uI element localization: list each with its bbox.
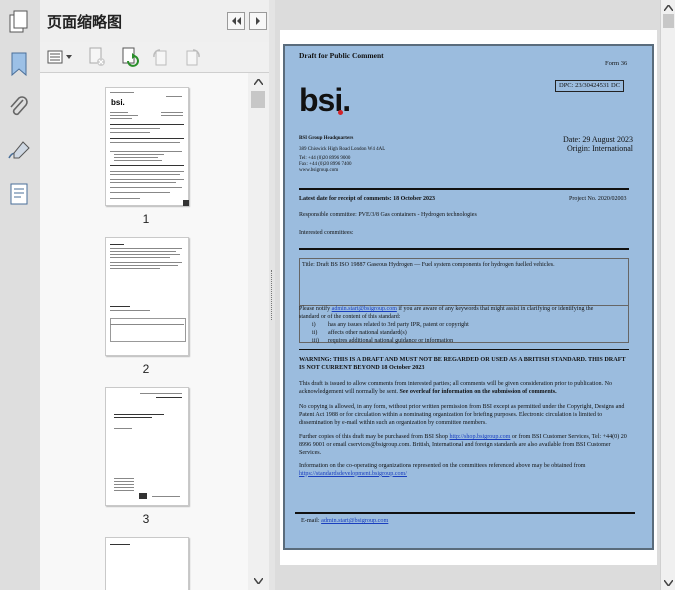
- list-options-icon: [47, 50, 72, 64]
- page-number-3: 3: [142, 512, 150, 526]
- expand-right-button[interactable]: [249, 12, 267, 30]
- thumbnail-page-3[interactable]: [105, 387, 189, 506]
- document-title: Title: Draft BS ISO 19887 Gaseous Hydrog…: [302, 262, 555, 268]
- page-thumbnails-panel: 页面缩略图 bsi. 1 2 3: [40, 0, 270, 590]
- hq-title: BSI Group Headquarters: [299, 136, 354, 141]
- rotate-left-icon: [153, 49, 167, 66]
- divider: [299, 188, 629, 190]
- form-number: Form 36: [605, 60, 628, 67]
- insert-pages-button[interactable]: [119, 47, 141, 67]
- project-number: Project No. 2020/02003: [569, 196, 627, 202]
- notify-item-2: affects other national standard(s): [328, 330, 407, 336]
- resize-handle-icon[interactable]: [183, 200, 189, 206]
- thumbnail-page-1[interactable]: bsi.: [105, 87, 189, 206]
- notify-line: Please notify admin.start@bsigroup.com i…: [299, 306, 594, 312]
- insert-page-icon: [122, 47, 139, 67]
- panel-title: 页面缩略图: [47, 13, 123, 31]
- thumbnail-scrollbar[interactable]: [248, 73, 269, 590]
- notify-item-1: has any issues related to 3rd party IPR,…: [328, 322, 469, 328]
- notify-item-3: requires additional national guidance or…: [328, 338, 454, 344]
- divider: [295, 512, 635, 514]
- delete-pages-button[interactable]: [86, 47, 108, 67]
- rotate-right-button[interactable]: [182, 47, 204, 67]
- draft-label: Draft for Public Comment: [299, 51, 384, 60]
- paragraph-4: Information on the co-operating organiza…: [299, 463, 586, 477]
- notify-line-2: standard or of the content of this stand…: [299, 314, 401, 320]
- paragraph-3: Further copies of this draft may be purc…: [299, 434, 627, 456]
- splitter-grip[interactable]: [271, 270, 274, 320]
- page-number-2: 2: [142, 362, 150, 376]
- collapse-left-button[interactable]: [227, 12, 245, 30]
- divider: [299, 248, 629, 250]
- thumbnail-page-2[interactable]: [105, 237, 189, 356]
- scroll-down-icon[interactable]: [254, 578, 263, 584]
- document-date: Date: 29 August 2023: [563, 135, 633, 144]
- notify-email-link[interactable]: admin.start@bsigroup.com: [332, 306, 397, 312]
- document-scroll-thumb[interactable]: [663, 14, 674, 28]
- thumbnail-scroll-thumb[interactable]: [251, 91, 265, 108]
- scroll-down-icon[interactable]: [664, 580, 673, 586]
- responsible-committee: Responsible committee: PVE/3/8 Gas conta…: [299, 212, 477, 218]
- delete-page-icon: [89, 47, 105, 66]
- thumbnail-list[interactable]: bsi. 1 2 3: [40, 73, 249, 590]
- paragraph-1: This draft is issued to allow comments f…: [299, 381, 613, 395]
- notify-item-3-num: iii): [312, 338, 319, 344]
- chevron-right-icon: [256, 17, 260, 25]
- double-chevron-left-icon: [232, 17, 241, 25]
- thumbnail-page-4[interactable]: [105, 537, 189, 590]
- attachment-icon[interactable]: [5, 94, 33, 122]
- bsi-shop-link[interactable]: http://shop.bsigroup.com: [449, 434, 510, 440]
- bsi-logo-dot: [338, 110, 343, 115]
- hq-address: 389 Chiswick High Road London W4 4AL: [299, 147, 386, 152]
- document-origin: Origin: International: [567, 144, 633, 153]
- scroll-up-icon[interactable]: [664, 5, 673, 11]
- mini-logo: [139, 493, 147, 499]
- panel-header: 页面缩略图: [40, 0, 269, 43]
- thumbnail-toolbar: [40, 42, 269, 73]
- latest-date: Latest date for receipt of comments: 18 …: [299, 196, 435, 202]
- options-menu-button[interactable]: [46, 47, 74, 67]
- standards-development-link[interactable]: https://standardsdevelopment.bsigroup.co…: [299, 471, 407, 477]
- notify-item-2-num: ii): [312, 330, 318, 336]
- page-number-1: 1: [142, 212, 150, 226]
- hq-web: www.bsigroup.com: [299, 168, 339, 173]
- email-line: E-mail: admin.start@bsigroup.com: [301, 517, 389, 524]
- scroll-up-icon[interactable]: [254, 79, 263, 85]
- mini-table: [110, 318, 186, 342]
- email-link[interactable]: admin.start@bsigroup.com: [321, 517, 388, 524]
- rotate-left-button[interactable]: [149, 47, 171, 67]
- bsi-logo-mini: bsi.: [111, 98, 125, 107]
- rotate-right-icon: [186, 49, 200, 66]
- navigation-rail: [0, 0, 41, 590]
- document-page-content: Draft for Public Comment Form 36 DPC: 23…: [283, 44, 654, 550]
- warning-text: WARNING: THIS IS A DRAFT AND MUST NOT BE…: [299, 356, 626, 371]
- copy-pages-icon[interactable]: [5, 8, 33, 36]
- interested-committees: Interested committees:: [299, 230, 354, 236]
- paragraph-2: No copying is allowed, in any form, with…: [299, 404, 625, 426]
- document-scrollbar[interactable]: [660, 0, 675, 590]
- divider: [299, 349, 629, 350]
- signature-icon[interactable]: [5, 137, 33, 165]
- notify-item-1-num: i): [312, 322, 316, 328]
- layers-icon[interactable]: [5, 180, 33, 208]
- bookmark-icon[interactable]: [5, 50, 33, 78]
- dpc-number: DPC: 23/30424531 DC: [555, 80, 625, 92]
